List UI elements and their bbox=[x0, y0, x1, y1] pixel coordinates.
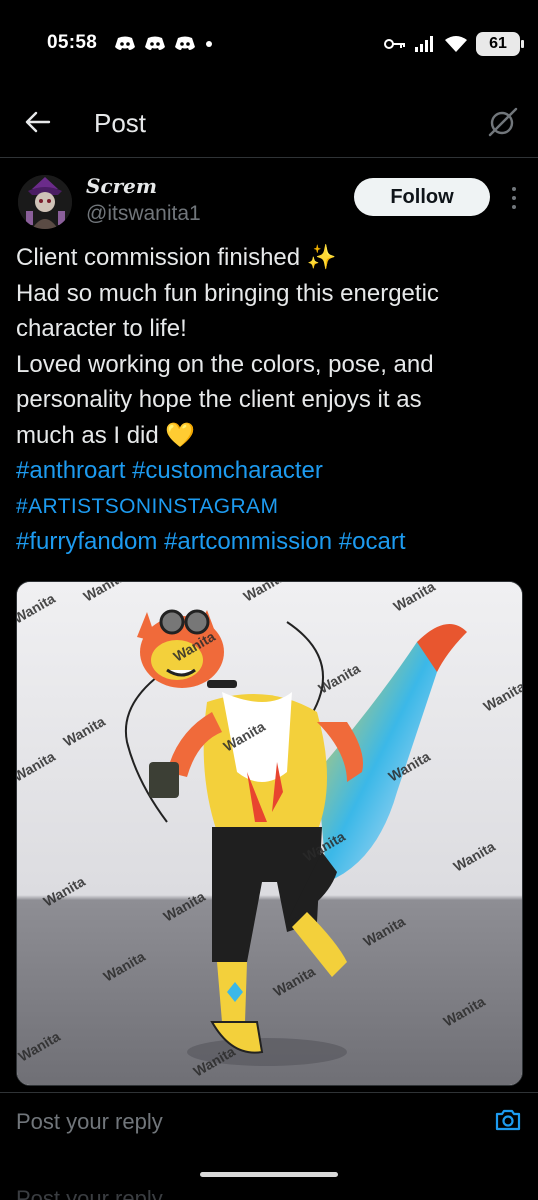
page-title: Post bbox=[94, 108, 147, 138]
hashtag-link[interactable]: #furryfandom #artcommission #ocart bbox=[16, 524, 526, 560]
avatar-image bbox=[18, 175, 72, 229]
hashtag-link[interactable]: #anthroart #customcharacter bbox=[16, 453, 526, 489]
user-handle[interactable]: @itswanita1 bbox=[86, 202, 201, 226]
post-text: Client commission finished ✨ Had so much… bbox=[16, 240, 526, 560]
discord-icon bbox=[115, 36, 135, 50]
wifi-icon bbox=[445, 36, 467, 52]
top-app-bar: Post bbox=[0, 96, 538, 154]
post-text-line: Had so much fun bringing this energetic bbox=[16, 279, 439, 307]
battery-icon: 61 bbox=[476, 32, 524, 56]
back-button[interactable] bbox=[20, 104, 56, 140]
arrow-left-icon bbox=[25, 111, 51, 133]
camera-icon bbox=[495, 1109, 521, 1131]
follow-button[interactable]: Follow bbox=[354, 178, 490, 216]
status-bar: 05:58 61 bbox=[0, 0, 538, 90]
grok-icon bbox=[488, 107, 518, 137]
notification-icons bbox=[114, 35, 214, 51]
key-icon bbox=[384, 39, 405, 49]
battery-level: 61 bbox=[489, 35, 507, 52]
reply-divider bbox=[0, 1092, 538, 1093]
status-time: 05:58 bbox=[47, 32, 98, 53]
post-image[interactable]: Wanita Wanita Wanita Wanita Wanita Wanit… bbox=[16, 581, 523, 1086]
discord-icon bbox=[145, 36, 165, 50]
hashtag-link[interactable]: #ARTISTSONINSTAGRAM bbox=[16, 489, 526, 525]
post-text-line: much as I did 💛 bbox=[16, 421, 196, 449]
post-text-line: Client commission finished ✨ bbox=[16, 244, 337, 271]
post-text-line: Loved working on the colors, pose, and bbox=[16, 350, 434, 378]
signal-icon bbox=[415, 36, 433, 52]
more-options-icon[interactable] bbox=[504, 184, 524, 212]
header-divider bbox=[0, 157, 538, 158]
grok-button[interactable] bbox=[486, 105, 520, 139]
post-text-line: character to life! bbox=[16, 315, 187, 342]
reply-input-ghost: Post your reply bbox=[16, 1186, 163, 1200]
camera-button[interactable] bbox=[494, 1106, 522, 1134]
post-text-line: personality hope the client enjoys it as bbox=[16, 386, 422, 413]
system-icons: 61 bbox=[384, 32, 524, 56]
avatar[interactable] bbox=[18, 175, 72, 229]
discord-icon bbox=[175, 36, 195, 50]
display-name[interactable]: Screm bbox=[86, 174, 157, 198]
character-artwork: Wanita Wanita Wanita Wanita Wanita Wanit… bbox=[17, 582, 522, 1085]
reply-input[interactable] bbox=[16, 1106, 476, 1138]
home-indicator[interactable] bbox=[200, 1172, 338, 1177]
dot-icon bbox=[206, 41, 212, 47]
